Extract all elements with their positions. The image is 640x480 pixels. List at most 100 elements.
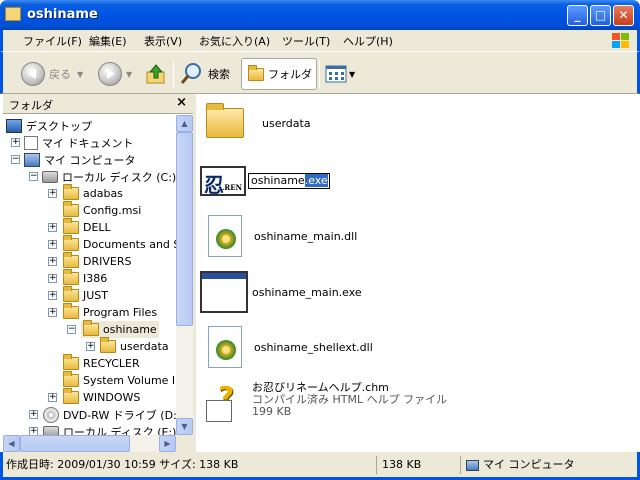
tree-item-documents-and-settings[interactable]: Documents and S <box>63 235 176 253</box>
scroll-right-button[interactable]: ▶ <box>159 435 176 452</box>
expand-toggle[interactable]: + <box>48 308 57 317</box>
tree-item-label: マイ ドキュメント <box>42 136 134 150</box>
menu-favorites[interactable]: お気に入り(A) <box>199 33 270 49</box>
tree-vertical-scrollbar[interactable]: ▲ ▼ <box>176 115 193 435</box>
computer-icon <box>24 152 40 167</box>
tree-item-label: JUST <box>83 289 108 302</box>
tree-item-label: ローカル ディスク (E:) <box>63 425 176 436</box>
file-name: userdata <box>262 116 311 130</box>
tree-item-adabas[interactable]: adabas <box>63 184 123 202</box>
status-location: マイ コンピュータ <box>463 456 633 474</box>
title-bar[interactable]: oshiname _ □ ✕ <box>0 0 640 30</box>
expand-toggle[interactable]: + <box>29 427 38 435</box>
expand-toggle[interactable]: + <box>48 291 57 300</box>
scrollbar-corner <box>176 435 193 452</box>
expand-toggle[interactable]: + <box>48 240 57 249</box>
back-button[interactable]: 戻る ▼ <box>21 58 83 90</box>
tree-item-userdata[interactable]: userdata <box>100 337 169 355</box>
dropdown-arrow-icon[interactable]: ▼ <box>77 70 83 79</box>
file-item-userdata[interactable]: userdata <box>206 103 311 138</box>
scroll-thumb[interactable] <box>20 435 130 452</box>
tree-item-my-computer[interactable]: マイ コンピュータ <box>24 151 136 168</box>
toolbar-separator <box>173 60 174 88</box>
tree-item-label: デスクトップ <box>26 119 92 133</box>
app-icon-kanji: 忍 <box>204 173 224 197</box>
folders-button[interactable]: フォルダ <box>241 58 317 90</box>
tree-item-program-files[interactable]: Program Files <box>63 303 157 321</box>
tree-item-dvd-drive[interactable]: DVD-RW ドライブ (D:) <box>43 406 176 423</box>
file-size: 199 KB <box>252 405 292 418</box>
menu-tools[interactable]: ツール(T) <box>282 33 330 49</box>
tree-horizontal-scrollbar[interactable]: ◀ ▶ <box>3 435 176 452</box>
tree-item-label: DRIVERS <box>83 255 132 268</box>
folder-icon <box>63 235 79 251</box>
tree-item-windows[interactable]: WINDOWS <box>63 388 140 406</box>
scroll-down-button[interactable]: ▼ <box>176 418 193 435</box>
folders-label: フォルダ <box>268 68 312 81</box>
maximize-button[interactable]: □ <box>590 5 611 26</box>
search-button[interactable]: 検索 <box>180 58 230 90</box>
rename-input[interactable]: oshiname.exe <box>248 173 330 189</box>
tree-item-just[interactable]: JUST <box>63 286 108 304</box>
tree-item-label: I386 <box>83 272 108 285</box>
scroll-up-button[interactable]: ▲ <box>176 115 193 132</box>
up-folder-icon <box>146 64 165 84</box>
expand-toggle[interactable]: + <box>48 274 57 283</box>
status-info: 作成日時: 2009/01/30 10:59 サイズ: 138 KB <box>3 456 377 474</box>
tree-item-drive-e[interactable]: ローカル ディスク (E:) <box>43 423 176 435</box>
status-size: 138 KB <box>379 456 461 474</box>
tree-item-oshiname[interactable]: oshiname <box>81 320 159 338</box>
expand-toggle[interactable]: + <box>48 189 57 198</box>
expand-toggle[interactable]: + <box>48 257 57 266</box>
expand-toggle[interactable]: + <box>48 393 57 402</box>
tree-item-label: userdata <box>120 340 169 353</box>
dll-icon <box>208 326 242 368</box>
minimize-button[interactable]: _ <box>567 5 588 26</box>
expand-toggle[interactable]: + <box>29 410 38 419</box>
scroll-left-button[interactable]: ◀ <box>3 435 20 452</box>
expand-toggle[interactable]: + <box>11 138 20 147</box>
menu-view[interactable]: 表示(V) <box>144 33 182 49</box>
folder-panel-close-button[interactable]: × <box>176 95 187 110</box>
up-folder-button[interactable] <box>145 58 167 90</box>
folder-icon <box>63 269 79 285</box>
tree-item-label: System Volume I <box>83 374 176 387</box>
scroll-thumb[interactable] <box>176 132 193 326</box>
help-file-icon: ? <box>204 380 244 424</box>
close-button[interactable]: ✕ <box>613 5 634 26</box>
rename-text: oshiname <box>251 174 305 187</box>
tree-item-config-msi[interactable]: Config.msi <box>63 201 141 219</box>
tree-item-i386[interactable]: I386 <box>63 269 108 287</box>
views-button[interactable]: ▼ <box>325 58 355 90</box>
dropdown-arrow-icon[interactable]: ▼ <box>349 70 355 79</box>
collapse-toggle[interactable]: − <box>11 155 20 164</box>
menu-help[interactable]: ヘルプ(H) <box>343 33 393 49</box>
tree-item-desktop[interactable]: デスクトップ <box>6 117 92 134</box>
tree-item-drivers[interactable]: DRIVERS <box>63 252 132 270</box>
expand-toggle[interactable]: + <box>48 223 57 232</box>
tree-item-label: マイ コンピュータ <box>44 153 136 167</box>
views-icon <box>325 65 347 83</box>
tree-item-dell[interactable]: DELL <box>63 218 111 236</box>
tree-item-my-documents[interactable]: マイ ドキュメント <box>24 134 134 151</box>
folder-icon <box>206 103 244 138</box>
menu-edit[interactable]: 編集(E) <box>89 33 127 49</box>
tree-item-recycler[interactable]: RECYCLER <box>63 354 140 372</box>
expand-toggle[interactable]: + <box>86 342 95 351</box>
folder-icon <box>63 184 79 200</box>
file-item-oshiname-main-exe[interactable]: oshiname_main.exe <box>200 271 362 313</box>
folder-icon <box>63 303 79 319</box>
menu-file[interactable]: ファイル(F) <box>23 33 82 49</box>
folder-icon <box>248 64 264 81</box>
file-item-help-chm[interactable]: ? お忍びリネームヘルプ.chm コンパイル済み HTML ヘルプ ファイル 1… <box>204 380 447 424</box>
tree-item-system-volume-information[interactable]: System Volume I <box>63 371 176 389</box>
forward-button[interactable]: ▼ <box>98 58 132 90</box>
file-item-oshiname-main-dll[interactable]: oshiname_main.dll <box>208 215 357 257</box>
collapse-toggle[interactable]: − <box>67 325 76 334</box>
file-item-oshiname-ren[interactable]: 忍 .REN oshiname.exe <box>200 166 330 197</box>
dropdown-arrow-icon[interactable]: ▼ <box>126 70 132 79</box>
oshiname-app-icon: 忍 .REN <box>200 166 246 197</box>
file-item-oshiname-shellext-dll[interactable]: oshiname_shellext.dll <box>208 326 373 368</box>
tree-item-drive-c[interactable]: ローカル ディスク (C:) <box>42 168 176 185</box>
collapse-toggle[interactable]: − <box>29 172 38 181</box>
